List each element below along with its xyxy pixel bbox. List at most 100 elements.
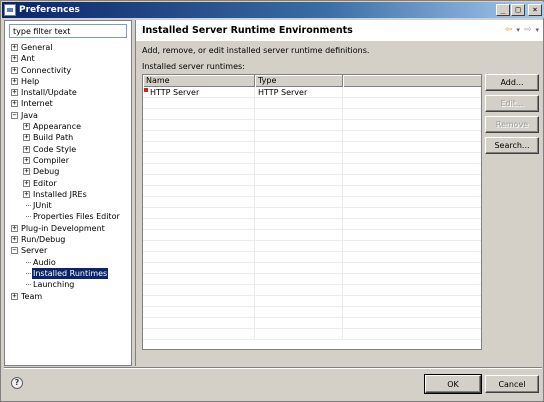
cancel-button[interactable]: Cancel xyxy=(485,375,539,393)
runtime-actions: Add... Edit... Remove Search... xyxy=(485,74,539,158)
tree-item[interactable]: + Build Path xyxy=(5,132,131,143)
tree-connector xyxy=(26,284,31,286)
table-row xyxy=(143,142,481,153)
cell-type xyxy=(255,153,343,163)
cell-filler xyxy=(343,164,481,174)
expand-icon[interactable]: + xyxy=(23,123,30,131)
tree-connector xyxy=(26,205,31,207)
search-button[interactable]: Search... xyxy=(485,137,539,154)
column-header-name[interactable]: Name xyxy=(143,75,255,87)
cell-name xyxy=(143,307,255,317)
tree-item[interactable]: − Java xyxy=(5,110,131,121)
tree-item[interactable]: + Appearance xyxy=(5,121,131,132)
tree-item[interactable]: + General xyxy=(5,42,131,53)
cell-type xyxy=(255,109,343,119)
tree-item[interactable]: + Run/Debug xyxy=(5,234,131,245)
expand-icon[interactable]: + xyxy=(23,145,30,153)
tree-item[interactable]: + Plug-in Development xyxy=(5,223,131,234)
expand-icon[interactable]: + xyxy=(11,44,18,51)
cell-type xyxy=(255,186,343,196)
cell-type xyxy=(255,120,343,130)
tree-item[interactable]: + Ant xyxy=(5,53,131,64)
expand-icon[interactable]: + xyxy=(11,224,18,232)
close-button[interactable]: × xyxy=(528,4,542,16)
tree-item[interactable]: JUnit xyxy=(5,200,131,211)
cell-name xyxy=(143,219,255,229)
cell-name xyxy=(143,285,255,295)
tree-connector xyxy=(26,272,31,274)
runtime-type: HTTP Server xyxy=(258,88,308,97)
help-icon[interactable]: ? xyxy=(11,377,23,389)
collapse-icon[interactable]: − xyxy=(11,247,18,255)
cell-type xyxy=(255,197,343,207)
back-menu-icon[interactable]: ▾ xyxy=(516,26,520,35)
collapse-icon[interactable]: − xyxy=(11,111,18,119)
tree-item[interactable]: + Internet xyxy=(5,98,131,109)
edit-button[interactable]: Edit... xyxy=(485,95,539,112)
table-row xyxy=(143,252,481,263)
cell-type xyxy=(255,296,343,306)
tree-item-label: Appearance xyxy=(33,122,82,132)
expand-icon[interactable]: + xyxy=(11,100,18,108)
tree-item[interactable]: Launching xyxy=(5,279,131,290)
runtimes-table[interactable]: Name Type HTTP Server HTTP Server xyxy=(142,74,482,350)
tree-item[interactable]: + Connectivity xyxy=(5,65,131,76)
cell-filler xyxy=(343,318,481,328)
cell-name xyxy=(143,164,255,174)
cell-name xyxy=(143,197,255,207)
cell-filler xyxy=(343,120,481,130)
column-header-type[interactable]: Type xyxy=(255,75,343,87)
expand-icon[interactable]: + xyxy=(11,66,18,74)
tree-item[interactable]: + Help xyxy=(5,76,131,87)
expand-icon[interactable]: + xyxy=(23,156,30,164)
tree-item[interactable]: Installed Runtimes xyxy=(5,267,131,279)
expand-icon[interactable]: + xyxy=(23,179,30,187)
expand-icon[interactable]: + xyxy=(23,190,30,198)
cell-type xyxy=(255,164,343,174)
expand-icon[interactable]: + xyxy=(11,89,18,97)
tree-item[interactable]: Audio xyxy=(5,257,131,268)
forward-menu-icon[interactable]: ▾ xyxy=(535,26,539,35)
tree-item[interactable]: − Server xyxy=(5,245,131,256)
table-row xyxy=(143,208,481,219)
tree-item[interactable]: + Editor xyxy=(5,178,131,189)
table-row xyxy=(143,120,481,131)
tree-item[interactable]: Properties Files Editor xyxy=(5,211,131,222)
cell-filler xyxy=(343,131,481,141)
tree-item-label: Properties Files Editor xyxy=(33,212,120,222)
title-bar[interactable]: Preferences _ □ × xyxy=(2,2,544,18)
cell-name xyxy=(143,318,255,328)
expand-icon[interactable]: + xyxy=(11,77,18,85)
tree-item[interactable]: + Team xyxy=(5,291,131,302)
cell-type xyxy=(255,131,343,141)
cell-filler xyxy=(343,197,481,207)
expand-icon[interactable]: + xyxy=(23,168,30,176)
cell-name xyxy=(143,98,255,108)
cell-filler xyxy=(343,263,481,273)
minimize-button[interactable]: _ xyxy=(496,4,510,16)
tree-item[interactable]: + Code Style xyxy=(5,144,131,155)
forward-arrow-icon[interactable]: ⇨ xyxy=(524,26,532,35)
expand-icon[interactable]: + xyxy=(11,55,18,63)
expand-icon[interactable]: + xyxy=(11,292,18,300)
tree-item[interactable]: + Install/Update xyxy=(5,87,131,98)
cell-name xyxy=(143,329,255,339)
tree-item[interactable]: + Debug xyxy=(5,166,131,177)
add-button[interactable]: Add... xyxy=(485,74,539,91)
remove-button[interactable]: Remove xyxy=(485,116,539,133)
back-arrow-icon[interactable]: ⇦ xyxy=(505,26,513,35)
expand-icon[interactable]: + xyxy=(23,134,30,142)
tree-item-label: Launching xyxy=(33,280,75,290)
tree-item[interactable]: + Installed JREs xyxy=(5,189,131,200)
cell-name xyxy=(143,153,255,163)
table-row xyxy=(143,153,481,164)
expand-icon[interactable]: + xyxy=(11,236,18,244)
filter-input[interactable] xyxy=(9,24,127,38)
table-row[interactable]: HTTP Server HTTP Server xyxy=(143,87,481,98)
maximize-button[interactable]: □ xyxy=(511,4,525,16)
table-row xyxy=(143,285,481,296)
ok-button[interactable]: OK xyxy=(424,374,482,394)
tree-item[interactable]: + Compiler xyxy=(5,155,131,166)
window-title: Preferences xyxy=(19,5,80,15)
cell-filler xyxy=(343,296,481,306)
